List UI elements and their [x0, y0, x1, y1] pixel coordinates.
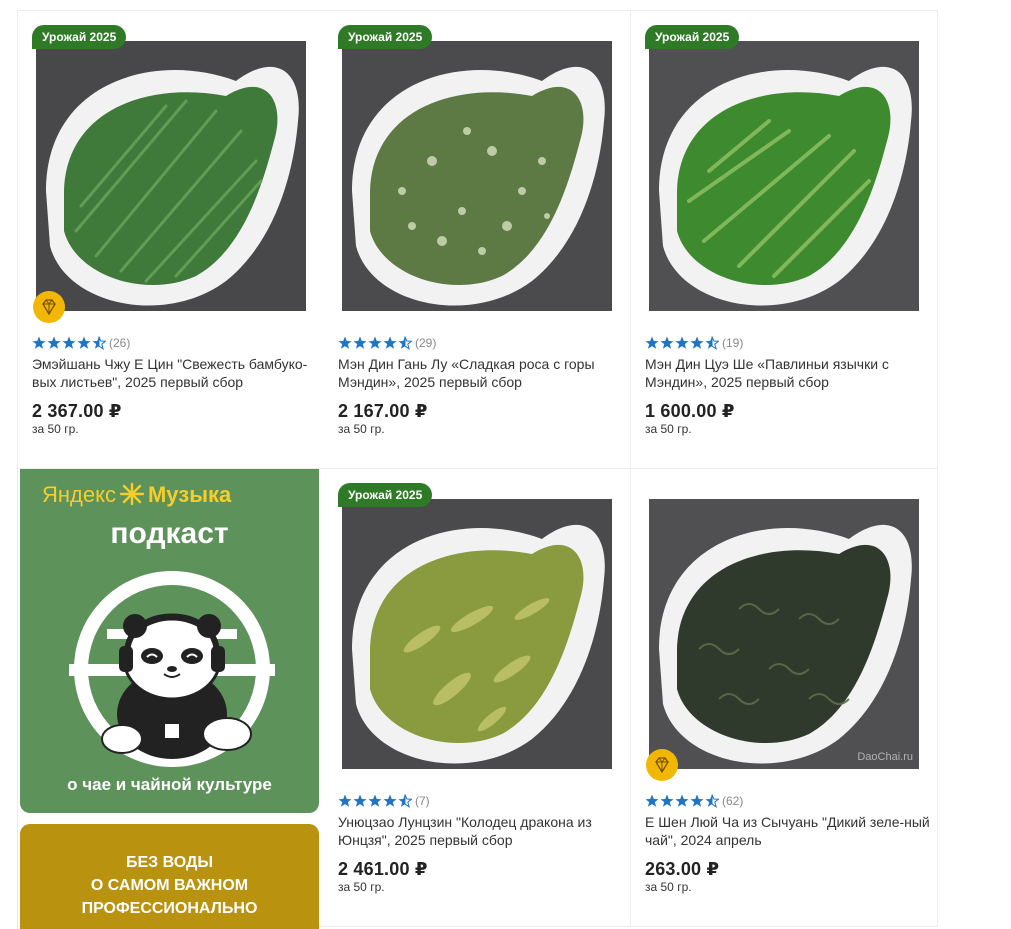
premium-badge — [33, 291, 65, 323]
product-card[interactable]: Урожай 2025 (19) Мэн Дин Цуэ Ше «Павлинь… — [631, 11, 938, 469]
rating[interactable]: (29) — [338, 336, 436, 350]
music-burst-icon — [119, 482, 145, 506]
rating-stars — [645, 794, 719, 808]
product-title[interactable]: Е Шен Люй Ча из Сычуань "Дикий зеле-ный … — [645, 813, 930, 849]
premium-badge — [646, 749, 678, 781]
promo-title: подкаст — [110, 517, 229, 550]
price-unit: за 50 гр. — [32, 422, 79, 436]
harvest-badge: Урожай 2025 — [338, 483, 433, 507]
harvest-badge: Урожай 2025 — [32, 25, 127, 49]
tea-bowl-image — [649, 499, 919, 769]
diamond-icon — [655, 757, 669, 774]
star-icon — [338, 794, 412, 808]
product-title[interactable]: Мэн Дин Гань Лу «Сладкая роса с горы Мэн… — [338, 355, 623, 391]
rating[interactable]: (7) — [338, 794, 430, 808]
rating-stars — [338, 794, 412, 808]
product-card[interactable]: Урожай 2025 (26) Эмэйшань Чжу Е Цин "Све… — [18, 11, 325, 469]
rating[interactable]: (62) — [645, 794, 743, 808]
product-title[interactable]: Эмэйшань Чжу Е Цин "Свежесть бамбуко-вых… — [32, 355, 317, 391]
price-unit: за 50 гр. — [645, 880, 692, 894]
image-watermark: DaoChai.ru — [857, 751, 913, 763]
banner-line-2: О САМОМ ВАЖНОМ — [90, 877, 249, 894]
product-image[interactable] — [36, 41, 306, 311]
banner-line-1: БЕЗ ВОДЫ — [125, 854, 214, 871]
product-price: 2 367.00 ₽ — [32, 401, 122, 421]
product-price: 2 461.00 ₽ — [338, 859, 428, 879]
product-image[interactable] — [649, 41, 919, 311]
star-icon — [338, 336, 412, 350]
diamond-icon — [42, 299, 56, 316]
rating-count: (26) — [109, 336, 131, 350]
product-price: 2 167.00 ₽ — [338, 401, 428, 421]
rating-count: (62) — [722, 794, 744, 808]
rating-count: (7) — [415, 794, 430, 808]
rating-stars — [645, 336, 719, 350]
star-icon — [645, 794, 719, 808]
rating[interactable]: (26) — [32, 336, 130, 350]
price-unit: за 50 гр. — [645, 422, 692, 436]
podcast-promo-banner[interactable]: Яндекс Музыка подкаст о чае и чайной куль… — [20, 469, 319, 813]
tea-bowl-image — [649, 41, 919, 311]
product-card[interactable]: DaoChai.ru (62) Е Шен Люй Ча из Сычуань … — [631, 469, 938, 927]
tea-bowl-image — [36, 41, 306, 311]
tea-bowl-image — [342, 499, 612, 769]
panda-illustration — [69, 571, 275, 767]
product-price: 263.00 ₽ — [645, 859, 720, 879]
product-title[interactable]: Мэн Дин Цуэ Ше «Павлиньи язычки с Мэндин… — [645, 355, 930, 391]
rating-count: (29) — [415, 336, 437, 350]
harvest-badge: Урожай 2025 — [338, 25, 433, 49]
product-card[interactable]: Урожай 2025 (7) Унюцзао Лунцзин "Колодец… — [324, 469, 631, 927]
about-banner[interactable]: БЕЗ ВОДЫ О САМОМ ВАЖНОМ ПРОФЕССИОНАЛЬНО — [20, 824, 319, 929]
product-image[interactable] — [342, 499, 612, 769]
tea-bowl-image — [342, 41, 612, 311]
price-unit: за 50 гр. — [338, 422, 385, 436]
rating[interactable]: (19) — [645, 336, 743, 350]
yandex-music-logo: Яндекс Музыка — [42, 482, 232, 507]
star-icon — [645, 336, 719, 350]
rating-stars — [338, 336, 412, 350]
price-unit: за 50 гр. — [338, 880, 385, 894]
promo-subtitle: о чае и чайной культуре — [67, 775, 272, 794]
product-price: 1 600.00 ₽ — [645, 401, 735, 421]
star-icon — [32, 336, 106, 350]
banner-line-3: ПРОФЕССИОНАЛЬНО — [81, 900, 258, 917]
rating-count: (19) — [722, 336, 744, 350]
product-image[interactable] — [342, 41, 612, 311]
product-card[interactable]: Урожай 2025 (29) Мэн Дин Гань Лу «Сладка… — [324, 11, 631, 469]
product-image[interactable]: DaoChai.ru — [649, 499, 919, 769]
rating-stars — [32, 336, 106, 350]
product-title[interactable]: Унюцзао Лунцзин "Колодец дракона из Юнцз… — [338, 813, 623, 849]
harvest-badge: Урожай 2025 — [645, 25, 740, 49]
